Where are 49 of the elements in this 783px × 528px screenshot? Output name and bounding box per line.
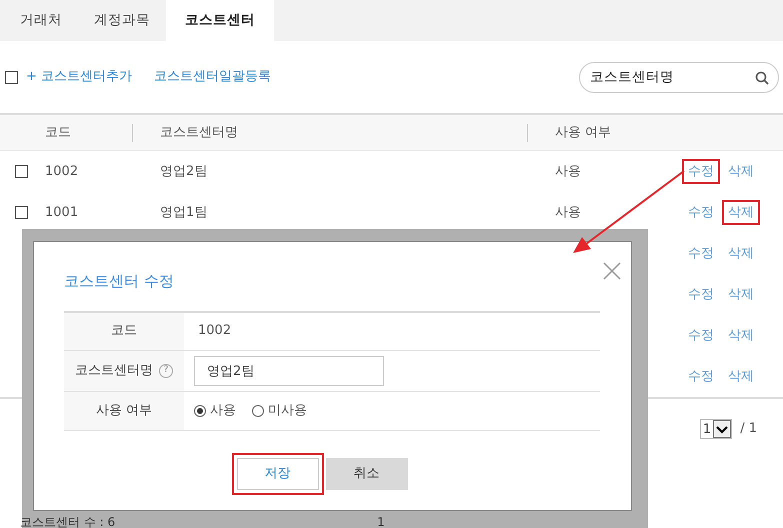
page-number: 1 xyxy=(377,516,385,528)
row-checkbox[interactable] xyxy=(15,165,28,178)
select-all-checkbox[interactable] xyxy=(5,70,18,84)
delete-link[interactable]: 삭제 xyxy=(722,240,760,266)
delete-link[interactable]: 삭제 xyxy=(722,364,760,390)
bulk-register-link[interactable]: 코스트센터일괄등록 xyxy=(154,67,272,87)
radio-button[interactable] xyxy=(252,404,264,416)
delete-link[interactable]: 삭제 xyxy=(722,200,760,226)
column-header: 코스트센터명 xyxy=(160,124,239,142)
row-checkbox[interactable] xyxy=(15,206,28,219)
name-input[interactable]: 영업2팀 xyxy=(194,356,384,386)
usage-cell-text: 사용 xyxy=(555,204,582,222)
help-icon[interactable]: ? xyxy=(159,364,173,378)
search-icon[interactable] xyxy=(755,70,769,84)
save-button[interactable]: 저장 xyxy=(236,458,318,490)
edit-link[interactable]: 수정 xyxy=(682,364,720,390)
edit-link[interactable]: 수정 xyxy=(682,282,720,308)
page-total: / 1 xyxy=(740,420,757,438)
close-icon[interactable] xyxy=(603,262,621,280)
tab[interactable]: 거래처 xyxy=(4,0,78,41)
code-cell-text: 1002 xyxy=(45,162,80,181)
page-select[interactable]: 1 xyxy=(700,419,732,439)
add-cost-center-link[interactable]: + 코스트센터추가 xyxy=(26,67,132,87)
tab[interactable]: 코스트센터 xyxy=(166,0,274,41)
edit-link[interactable]: 수정 xyxy=(682,322,720,348)
delete-link[interactable]: 삭제 xyxy=(722,322,760,348)
delete-link[interactable]: 삭제 xyxy=(722,158,760,184)
column-header: 코드 xyxy=(45,124,72,142)
field-label: 코스트센터명 xyxy=(75,362,153,380)
usage-cell-text: 사용 xyxy=(555,162,582,181)
name-cell-text: 영업2팀 xyxy=(160,162,208,181)
radio-label: 미사용 xyxy=(268,402,307,420)
tab[interactable]: 계정과목 xyxy=(78,0,166,41)
cancel-button[interactable]: 취소 xyxy=(326,458,408,490)
column-header: 사용 여부 xyxy=(555,124,612,142)
edit-link[interactable]: 수정 xyxy=(682,200,720,226)
search-field[interactable]: 코스트센터명 xyxy=(579,62,779,92)
delete-link[interactable]: 삭제 xyxy=(722,282,760,308)
radio-button[interactable] xyxy=(194,404,206,416)
dialog-title: 코스트센터 수정 xyxy=(64,271,174,292)
name-cell-text: 영업1팀 xyxy=(160,204,208,222)
edit-link[interactable]: 수정 xyxy=(682,158,720,184)
edit-link[interactable]: 수정 xyxy=(682,240,720,266)
radio-label: 사용 xyxy=(210,402,236,420)
code-cell-text: 1001 xyxy=(45,204,80,222)
field-label: 코드 xyxy=(111,322,137,340)
chevron-down-icon xyxy=(713,420,732,438)
field-value: 1002 xyxy=(198,322,232,340)
field-label: 사용 여부 xyxy=(96,402,152,420)
